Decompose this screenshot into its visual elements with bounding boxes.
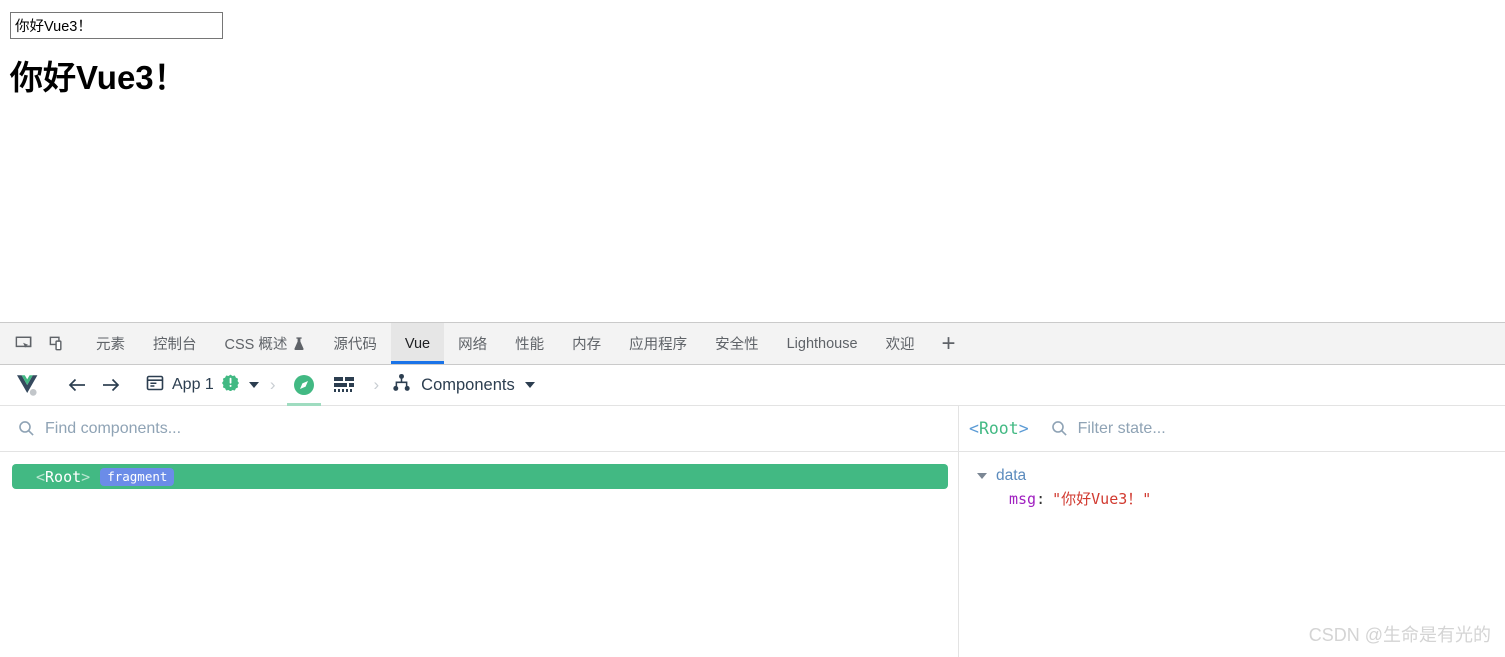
fragment-badge: fragment: [100, 467, 175, 486]
view-selector[interactable]: Components: [392, 373, 537, 397]
tab-label: 元素: [96, 337, 125, 353]
disclosure-triangle-icon[interactable]: [977, 473, 987, 479]
app-preview-area: 你好Vue3！: [0, 0, 1505, 322]
tab-console[interactable]: 控制台: [139, 323, 211, 364]
view-selector-label: Components: [421, 375, 515, 394]
components-pane: <Root> fragment: [0, 406, 959, 657]
component-tree: <Root> fragment: [0, 452, 958, 489]
tab-label: 欢迎: [885, 337, 915, 353]
timeline-tab-icon[interactable]: [329, 365, 359, 406]
vue-devtools-toolbar: App 1 › › Components: [0, 365, 1505, 406]
tab-lighthouse[interactable]: Lighthouse: [773, 323, 872, 364]
tab-label: 源代码: [333, 337, 377, 353]
device-toolbar-icon[interactable]: [40, 323, 74, 364]
tab-label: 安全性: [715, 337, 759, 353]
tab-memory[interactable]: 内存: [558, 323, 615, 364]
tab-performance[interactable]: 性能: [501, 323, 558, 364]
tree-row-root[interactable]: <Root> fragment: [12, 464, 948, 489]
components-search-row: [0, 406, 958, 452]
tab-application[interactable]: 应用程序: [615, 323, 701, 364]
devtools-panel: 元素 控制台 CSS 概述 源代码 Vue 网络 性能 内存 应用程序 安全性 …: [0, 322, 1505, 657]
tree-node-name: <Root>: [36, 468, 90, 486]
forward-arrow-icon[interactable]: [94, 376, 128, 394]
breadcrumb-chevron-icon-2: ›: [373, 375, 380, 394]
vue-logo-icon: [16, 373, 42, 397]
state-list: data msg: "你好Vue3！": [959, 452, 1505, 514]
find-components-input[interactable]: [45, 419, 958, 438]
csdn-watermark: CSDN @生命是有光的: [1308, 625, 1491, 645]
add-panel-button[interactable]: +: [929, 323, 969, 364]
angle-open: <: [36, 467, 46, 486]
state-group-data[interactable]: data: [959, 464, 1505, 488]
state-value: "你好Vue3！": [1052, 490, 1152, 508]
tab-label: 内存: [572, 337, 602, 353]
tab-label: 应用程序: [629, 337, 688, 353]
state-item-msg[interactable]: msg: "你好Vue3！": [959, 488, 1505, 514]
inspect-element-icon[interactable]: [6, 323, 40, 364]
tab-label: 网络: [458, 337, 488, 353]
app-selector-label: App 1: [172, 376, 214, 393]
state-search-row: <Root>: [959, 406, 1505, 452]
view-chevron-down-icon[interactable]: [524, 382, 535, 388]
search-icon: [18, 420, 35, 437]
tab-welcome[interactable]: 欢迎: [872, 323, 929, 364]
filter-state-input[interactable]: [1077, 419, 1505, 438]
selected-component-label: <Root>: [969, 419, 1029, 438]
tab-label: 控制台: [153, 337, 197, 353]
app-selector[interactable]: App 1: [146, 374, 261, 397]
breadcrumb-chevron-icon: ›: [269, 375, 276, 394]
tab-sources[interactable]: 源代码: [319, 323, 391, 364]
state-group-label: data: [996, 467, 1027, 484]
page-title: 你好Vue3！: [10, 59, 187, 96]
green-alert-badge-icon: [221, 374, 239, 396]
tab-network[interactable]: 网络: [444, 323, 501, 364]
component-name: Root: [978, 419, 1019, 438]
node-text: Root: [45, 467, 82, 486]
app-window-icon: [146, 374, 164, 397]
state-colon: :: [1036, 490, 1046, 508]
tab-label: Lighthouse: [786, 335, 858, 352]
tab-css-overview[interactable]: CSS 概述: [211, 323, 320, 364]
angle-close: >: [81, 467, 91, 486]
tab-label: 性能: [515, 337, 545, 353]
tab-label: CSS 概述: [224, 337, 288, 353]
tab-security[interactable]: 安全性: [701, 323, 773, 364]
angle-open: <: [969, 419, 979, 438]
inspector-tab-icon[interactable]: [287, 365, 322, 406]
tab-label: Vue: [404, 335, 431, 352]
state-key: msg: [1009, 490, 1037, 508]
state-pane: <Root> data msg: "你好Vue3！": [959, 406, 1505, 657]
devtools-tab-bar: 元素 控制台 CSS 概述 源代码 Vue 网络 性能 内存 应用程序 安全性 …: [0, 323, 1505, 365]
tab-elements[interactable]: 元素: [82, 323, 139, 364]
chevron-down-icon[interactable]: [248, 382, 259, 388]
tab-vue[interactable]: Vue: [390, 323, 445, 364]
vue-devtools-body: <Root> fragment <Root>: [0, 406, 1505, 657]
back-arrow-icon[interactable]: [60, 376, 94, 394]
message-input[interactable]: [10, 12, 223, 39]
flask-icon: [293, 336, 305, 351]
component-tree-icon: [392, 373, 411, 397]
angle-close: >: [1018, 419, 1029, 438]
filter-search-icon: [1051, 420, 1068, 437]
